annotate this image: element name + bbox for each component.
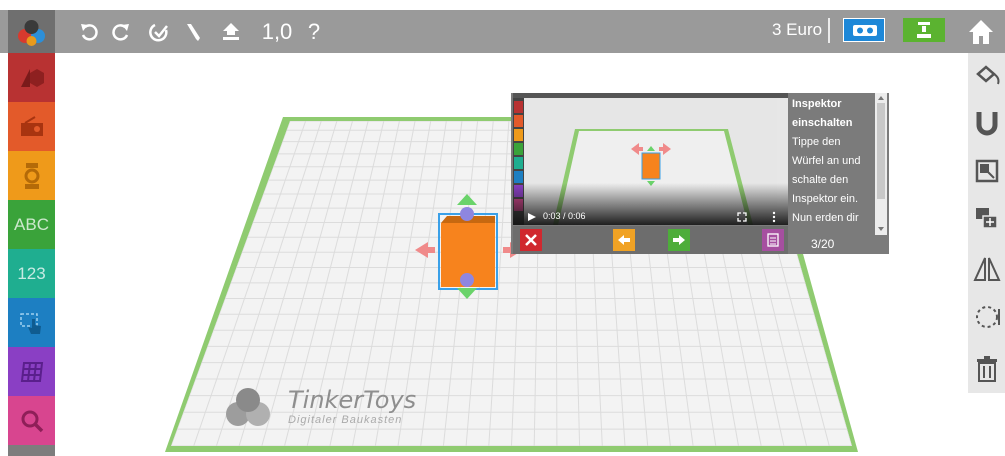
pencil-icon (187, 23, 200, 41)
close-icon (525, 234, 537, 246)
checkmark-icon (149, 23, 168, 41)
scroll-down-icon[interactable] (875, 225, 887, 233)
tutorial-text-line: Tippe den (792, 136, 841, 148)
tutorial-title-line1: Inspektor (792, 98, 842, 110)
rotate-tool[interactable] (968, 295, 1005, 339)
delete-tool[interactable] (968, 347, 1005, 391)
undo-icon (81, 23, 98, 41)
undo-button[interactable] (76, 10, 102, 53)
tutorial-step-counter: 3/20 (811, 237, 835, 251)
shapes-icon (20, 68, 44, 87)
zoom-value[interactable]: 1,0 (260, 10, 294, 53)
tutorial-video[interactable]: 0:03 / 0:06 (513, 93, 788, 225)
letters-label: ABC (14, 214, 49, 234)
mirror-icon (972, 257, 1001, 281)
brand-tagline: Digitaler Baukasten (288, 414, 403, 426)
fullscreen-icon[interactable] (737, 212, 747, 222)
numbers-label: 123 (17, 263, 46, 283)
redo-icon (112, 23, 129, 41)
arrow-left-icon (618, 235, 630, 245)
tutorial-instructions: Inspektor einschalten Tippe den Würfel a… (792, 95, 874, 228)
rotate-icon (975, 306, 1000, 328)
mirror-tool[interactable] (968, 247, 1005, 291)
video-time: 0:03 / 0:06 (543, 211, 586, 221)
figure-icon (24, 162, 39, 189)
magnet-tool[interactable] (968, 101, 1005, 145)
brand-logo-icon (226, 388, 270, 426)
ground-button[interactable] (218, 10, 244, 53)
search-icon (21, 410, 43, 432)
scrollbar-thumb[interactable] (877, 103, 885, 199)
radio-icon (20, 115, 43, 136)
tutorial-notes-button[interactable] (762, 229, 784, 251)
tutorial-text-line: Nun erden dir (792, 212, 859, 224)
resize-icon (975, 159, 998, 183)
tutorial-text-line: Inspektor ein. (792, 193, 859, 205)
category-palette: ABC 123 (8, 53, 55, 456)
category-objects[interactable] (8, 102, 55, 151)
arrow-right-icon (673, 235, 685, 245)
category-figures[interactable] (8, 151, 55, 200)
move-left-arrow-icon[interactable] (415, 242, 435, 258)
duplicate-tool[interactable] (968, 197, 1005, 241)
tutorial-next-button[interactable] (668, 229, 690, 251)
tool-sidebar (968, 53, 1005, 393)
more-options-icon[interactable] (771, 211, 777, 223)
redo-button[interactable] (108, 10, 134, 53)
tutorial-nav (513, 226, 788, 254)
paint-tool[interactable] (968, 53, 1005, 97)
tutorial-back-button[interactable] (613, 229, 635, 251)
app-logo[interactable] (8, 10, 55, 53)
tinkertoys-logo-icon (18, 20, 45, 46)
notes-icon (767, 233, 779, 247)
trash-icon (976, 356, 997, 382)
tutorial-text-line: Würfel an und (792, 155, 861, 167)
help-button[interactable]: ? (304, 10, 324, 53)
price-label: 3 Euro (772, 20, 823, 39)
play-icon[interactable] (527, 212, 537, 222)
palette-footer (8, 445, 55, 456)
tutorial-text-line: schalte den (792, 174, 849, 186)
paint-bucket-icon (975, 65, 999, 85)
vr-view-button[interactable] (843, 18, 885, 42)
move-down-arrow-icon[interactable] (457, 288, 477, 299)
move-up-arrow-icon[interactable] (457, 194, 477, 205)
tutorial-close-button[interactable] (520, 229, 542, 251)
grid-icon (20, 361, 43, 382)
tutorial-popup: 0:03 / 0:06 Inspektor einschalten Tippe … (511, 93, 889, 254)
magnet-icon (976, 112, 997, 136)
brand-name: TinkerToys (288, 386, 417, 414)
pencil-button[interactable] (180, 10, 206, 53)
duplicate-icon (975, 208, 998, 229)
3d-print-icon (917, 22, 931, 38)
home-icon (969, 20, 993, 44)
ground-arrow-icon (223, 22, 239, 40)
scroll-up-icon[interactable] (875, 94, 887, 102)
category-numbers[interactable]: 123 (8, 249, 55, 298)
print-button[interactable] (903, 18, 945, 42)
category-letters[interactable]: ABC (8, 200, 55, 249)
check-button[interactable] (146, 10, 172, 53)
vr-glasses-icon (853, 25, 877, 36)
top-toolbar: 1,0 ? 3 Euro (0, 10, 1005, 53)
category-selection[interactable] (8, 298, 55, 347)
category-shapes[interactable] (8, 53, 55, 102)
resize-tool[interactable] (968, 149, 1005, 193)
price-divider (828, 18, 830, 43)
hand-pointer-icon (19, 312, 41, 334)
category-search[interactable] (8, 396, 55, 445)
home-button[interactable] (965, 14, 997, 48)
category-grid[interactable] (8, 347, 55, 396)
brand-watermark: TinkerToys Digitaler Baukasten (218, 382, 438, 432)
tutorial-text-scrollbar[interactable] (875, 93, 887, 235)
tutorial-title-line2: einschalten (792, 117, 853, 129)
